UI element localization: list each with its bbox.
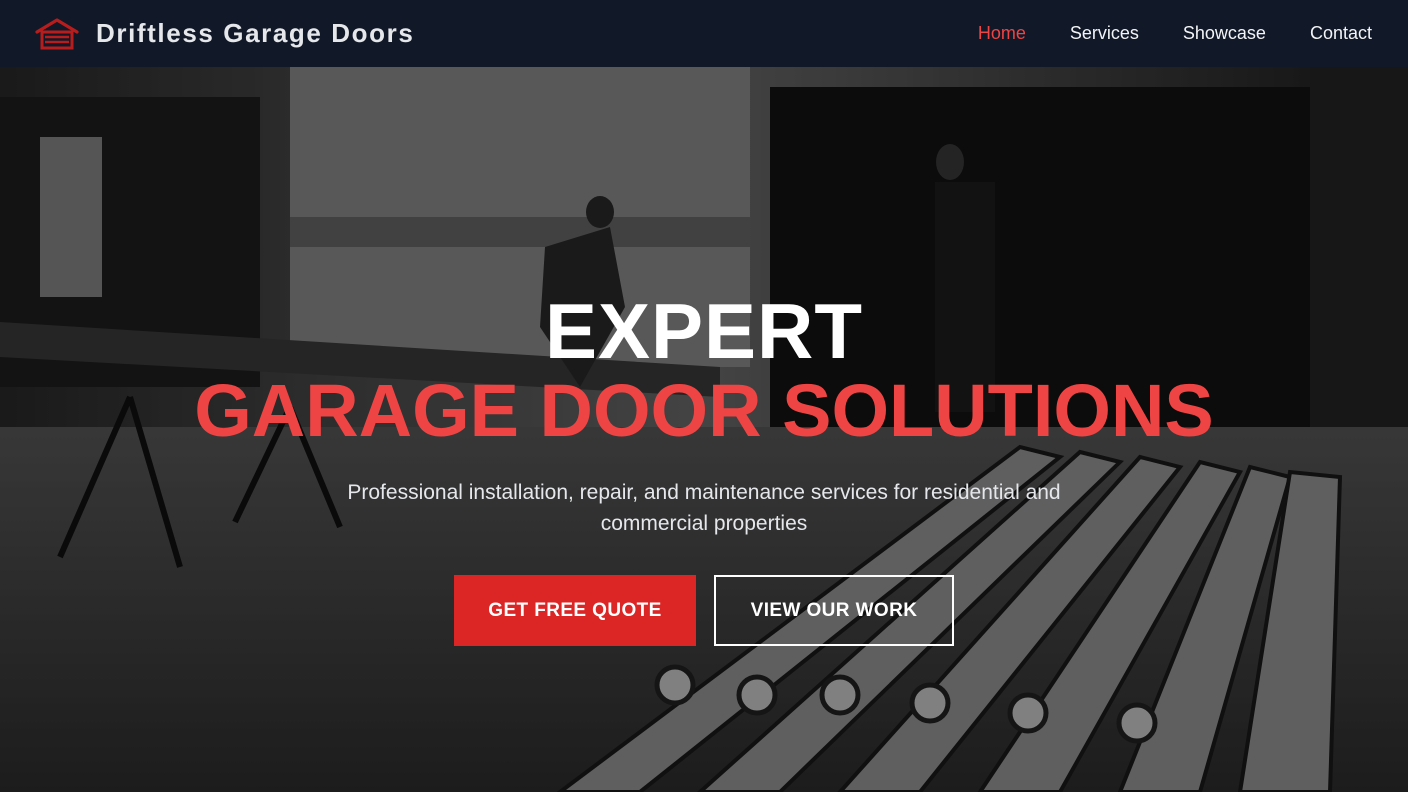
nav-item-showcase[interactable]: Showcase [1183,23,1266,44]
hero-title-line2: GARAGE DOOR SOLUTIONS [194,369,1214,452]
hero-title-line1: EXPERT [544,287,864,375]
brand-name: Driftless Garage Doors [96,18,415,48]
hero-buttons: GET FREE QUOTE VIEW OUR WORK [0,575,1408,646]
get-free-quote-button[interactable]: GET FREE QUOTE [454,575,696,646]
main-nav: Home Services Showcase Contact [978,23,1372,44]
nav-item-home[interactable]: Home [978,23,1026,44]
view-our-work-button[interactable]: VIEW OUR WORK [714,575,954,646]
hero-section: EXPERT GARAGE DOOR SOLUTIONS Professiona… [0,67,1408,792]
nav-item-contact[interactable]: Contact [1310,23,1372,44]
brand[interactable]: Driftless Garage Doors [34,17,414,51]
hero-subtitle: Professional installation, repair, and m… [347,481,1061,535]
nav-item-services[interactable]: Services [1070,23,1139,44]
hero-content: EXPERT GARAGE DOOR SOLUTIONS Professiona… [0,292,1408,646]
top-navbar: Driftless Garage Doors Home Services Sho… [0,0,1408,67]
hero-title: EXPERT GARAGE DOOR SOLUTIONS [0,292,1408,451]
garage-icon [35,17,79,49]
